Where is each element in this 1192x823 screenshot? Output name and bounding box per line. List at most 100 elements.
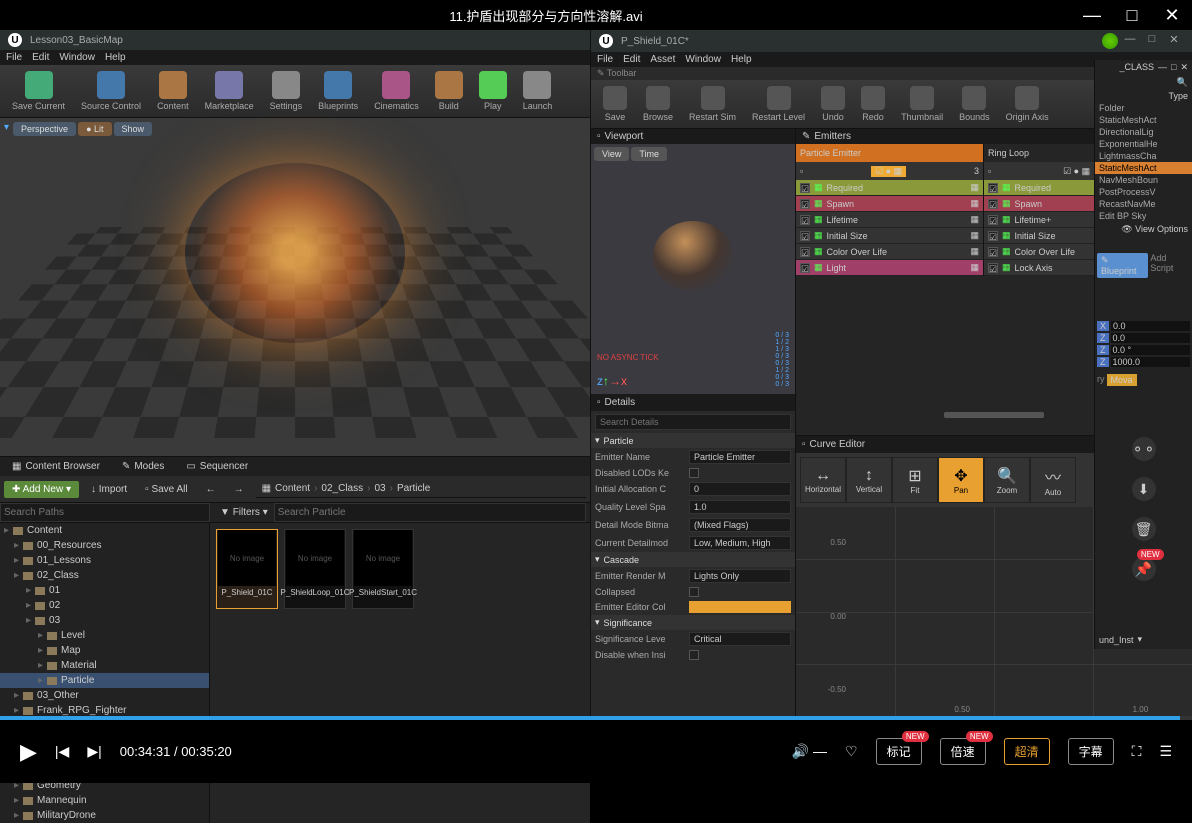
perspective-button[interactable]: Perspective xyxy=(13,122,76,136)
tree-item[interactable]: ▸03_Other xyxy=(0,688,209,703)
lit-button[interactable]: ● Lit xyxy=(78,122,111,136)
tree-item[interactable]: ▸Mannequin xyxy=(0,793,209,808)
crumb-content[interactable]: Content xyxy=(275,483,310,494)
cascade-viewport[interactable]: ▫ Viewport View Time NO ASYNC TICK z↑→x … xyxy=(591,129,796,394)
module-row[interactable]: ☑▦Initial Size▦ xyxy=(796,228,983,244)
outliner-item[interactable]: StaticMeshAct xyxy=(1095,162,1192,174)
close-button[interactable]: ✕ xyxy=(1162,5,1182,26)
next-button[interactable]: ▶| xyxy=(87,743,101,760)
emitter-title[interactable]: Particle Emitter xyxy=(796,144,983,162)
cascade-bounds-button[interactable]: Bounds xyxy=(955,84,994,124)
cascade-browse-button[interactable]: Browse xyxy=(639,84,677,124)
mark-button[interactable]: 标记NEW xyxy=(876,738,922,765)
tree-item[interactable]: ▸Particle xyxy=(0,673,209,688)
module-row[interactable]: ☑▦Spawn▦ xyxy=(796,196,983,212)
blueprint-button[interactable]: ✎ Blueprint xyxy=(1097,253,1148,278)
asset-item[interactable]: No imageP_Shield_01C xyxy=(216,529,278,609)
outliner-item[interactable]: RecastNavMe xyxy=(1095,198,1192,210)
play-button[interactable]: Play xyxy=(475,69,511,113)
cascade-menu-asset[interactable]: Asset xyxy=(650,54,675,65)
coord-row[interactable]: X0.0 xyxy=(1095,320,1192,332)
cascade-thumbnail-button[interactable]: Thumbnail xyxy=(897,84,947,124)
asset-item[interactable]: No imageP_ShieldStart_01C xyxy=(352,529,414,609)
tree-item[interactable]: ▸Level xyxy=(0,628,209,643)
tree-item[interactable]: ▸02_Class xyxy=(0,568,209,583)
details-search[interactable] xyxy=(595,414,791,430)
detail-row[interactable]: Current DetailmodLow, Medium, High xyxy=(591,534,795,552)
blueprints-button[interactable]: Blueprints xyxy=(314,69,362,113)
curve-tool-zoom[interactable]: 🔍Zoom xyxy=(984,457,1030,503)
save-current-button[interactable]: Save Current xyxy=(8,69,69,113)
cascade-menu-edit[interactable]: Edit xyxy=(623,54,640,65)
module-row[interactable]: ☑▦Lifetime▦ xyxy=(796,212,983,228)
cascade-menu-file[interactable]: File xyxy=(597,54,613,65)
curve-tool-vertical[interactable]: ↕Vertical xyxy=(846,457,892,503)
detail-row[interactable]: Quality Level Spa1.0 xyxy=(591,498,795,516)
marketplace-button[interactable]: Marketplace xyxy=(201,69,258,113)
play-button[interactable]: ▶ xyxy=(20,739,37,765)
cascade-min-button[interactable]: — xyxy=(1120,33,1140,49)
modes-tab[interactable]: ✎ Modes xyxy=(116,459,170,474)
tree-item[interactable]: ▸Material xyxy=(0,658,209,673)
tree-item[interactable]: ▸03 xyxy=(0,613,209,628)
curve-tool-fit[interactable]: ⊞Fit xyxy=(892,457,938,503)
cascade-max-button[interactable]: □ xyxy=(1142,33,1162,49)
cascade-restart-level-button[interactable]: Restart Level xyxy=(748,84,809,124)
cascade-close-button[interactable]: ✕ xyxy=(1164,33,1184,49)
cascade-menu-help[interactable]: Help xyxy=(731,54,752,65)
detail-row[interactable]: Emitter Render MLights Only xyxy=(591,567,795,585)
module-row[interactable]: ☑▦Color Over Life▦ xyxy=(796,244,983,260)
download-icon[interactable]: ⬇ xyxy=(1132,477,1156,501)
menu-window[interactable]: Window xyxy=(59,52,95,63)
menu-file[interactable]: File xyxy=(6,52,22,63)
cascade-tab[interactable]: U P_Shield_01C* — □ ✕ xyxy=(591,30,1192,52)
volume-button[interactable]: 🔊 — xyxy=(792,743,827,760)
outliner-item[interactable]: ExponentialHe xyxy=(1095,138,1192,150)
strip-min-icon[interactable]: — xyxy=(1158,62,1167,73)
crumb-particle[interactable]: Particle xyxy=(397,483,430,494)
filters-button[interactable]: ▼ Filters ▾ xyxy=(214,507,274,518)
crumb-03[interactable]: 03 xyxy=(374,483,385,494)
crumb-class[interactable]: 02_Class xyxy=(321,483,363,494)
strip-max-icon[interactable]: □ xyxy=(1171,62,1176,73)
minimize-button[interactable]: — xyxy=(1082,5,1102,26)
outliner-item[interactable]: DirectionalLig xyxy=(1095,126,1192,138)
detail-row[interactable]: Detail Mode Bitma(Mixed Flags) xyxy=(591,516,795,534)
detail-row[interactable]: Collapsed xyxy=(591,585,795,599)
launch-button[interactable]: Launch xyxy=(519,69,557,113)
tree-item[interactable]: ▸Map xyxy=(0,643,209,658)
cascade-redo-button[interactable]: Redo xyxy=(857,84,889,124)
category-header[interactable]: ▾ Cascade xyxy=(591,552,795,567)
curve-tool-pan[interactable]: ✥Pan xyxy=(938,457,984,503)
quality-button[interactable]: 超清 xyxy=(1004,738,1050,765)
view-button[interactable]: View xyxy=(594,147,629,161)
maximize-button[interactable]: □ xyxy=(1122,5,1142,26)
outliner-item[interactable]: StaticMeshAct xyxy=(1095,114,1192,126)
source-control-button[interactable]: Source Control xyxy=(77,69,145,113)
search-assets-input[interactable] xyxy=(274,503,586,522)
strip-close-icon[interactable]: ✕ xyxy=(1180,62,1188,73)
save-all-button[interactable]: ▫ Save All xyxy=(139,481,193,498)
dropdown-icon[interactable]: ▾ xyxy=(4,122,9,136)
detail-row[interactable]: Emitter NameParticle Emitter xyxy=(591,448,795,466)
category-header[interactable]: ▾ Significance xyxy=(591,615,795,630)
view-options[interactable]: 👁 View Options xyxy=(1095,222,1192,237)
tree-item[interactable]: ▸MilitaryDrone xyxy=(0,808,209,823)
category-header[interactable]: ▾ Particle xyxy=(591,433,795,448)
favorite-button[interactable]: ♡ xyxy=(845,743,858,760)
curve-tool-auto[interactable]: 〰Auto xyxy=(1030,457,1076,503)
content-browser-tab[interactable]: ▦ Content Browser xyxy=(6,459,106,474)
main-viewport[interactable]: ▾ Perspective ● Lit Show xyxy=(0,118,590,456)
fwd-button[interactable]: → xyxy=(228,481,250,498)
subtitle-button[interactable]: 字幕 xyxy=(1068,738,1114,765)
add-new-button[interactable]: ✚ Add New ▾ xyxy=(4,481,79,498)
detail-row[interactable]: Disable when Insi xyxy=(591,648,795,662)
build-button[interactable]: Build xyxy=(431,69,467,113)
fullscreen-button[interactable]: ⛶ xyxy=(1132,743,1142,760)
sequencer-tab[interactable]: ▭ Sequencer xyxy=(180,459,254,474)
coord-row[interactable]: Z1000.0 xyxy=(1095,356,1192,368)
cinematics-button[interactable]: Cinematics xyxy=(370,69,423,113)
strip-search[interactable]: 🔍 xyxy=(1095,75,1192,90)
add-script-label[interactable]: Add Script xyxy=(1150,253,1190,278)
cascade-menu-window[interactable]: Window xyxy=(685,54,721,65)
